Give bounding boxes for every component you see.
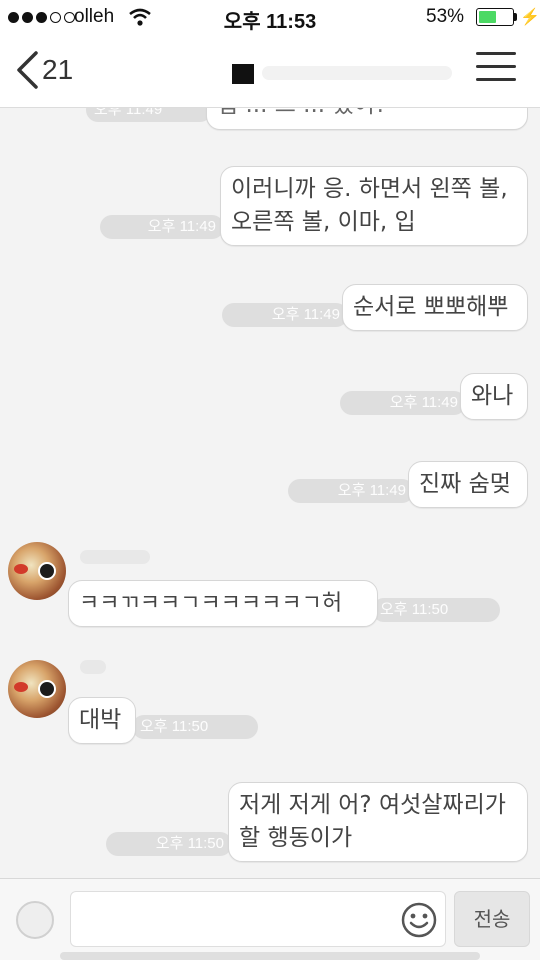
message-timestamp: 오후 11:49 [340, 391, 466, 415]
message-text: 진짜 숨멎 [419, 471, 511, 497]
message-bubble: 와나 [460, 373, 528, 420]
chevron-left-icon [17, 51, 38, 89]
message-text: 입 ... 그 ... 했어? [217, 108, 387, 118]
message-text-line: 할 행동이가 [239, 825, 353, 851]
avatar[interactable] [8, 660, 66, 718]
message-text: 순서로 뽀뽀해뿌 [353, 294, 509, 320]
chat-title-redacted [232, 64, 254, 84]
message-input[interactable] [70, 891, 446, 947]
message-bubble: 진짜 숨멎 [408, 461, 528, 508]
battery-tip [514, 13, 517, 21]
smiley-icon[interactable] [400, 901, 438, 939]
message-timestamp: 오후 11:50 [106, 832, 232, 856]
message-text-line: 이러니까 응. 하면서 왼쪽 볼, [231, 176, 508, 202]
message-list[interactable]: 오후 11:49 입 ... 그 ... 했어? 오후 11:49 이러니까 응… [0, 108, 540, 878]
hamburger-menu-icon[interactable] [474, 52, 518, 88]
message-text-line: 오른쪽 볼, 이마, 입 [231, 209, 416, 235]
avatar[interactable] [8, 542, 66, 600]
battery-percent: 53% [426, 6, 465, 27]
message-timestamp: 오후 11:49 [86, 108, 212, 122]
message-input-bar: 전송 [0, 878, 540, 960]
unread-count: 21 [42, 54, 74, 85]
sender-name-blur [80, 550, 150, 564]
message-text: ㅋㅋㄲㅋㅋㄱㅋㅋㅋㅋㅋㄱ허 [79, 591, 343, 616]
sender-name-blur [80, 660, 106, 674]
message-bubble: 이러니까 응. 하면서 왼쪽 볼, 오른쪽 볼, 이마, 입 [220, 166, 528, 246]
attach-button[interactable] [16, 901, 54, 939]
charging-icon: ⚡ [520, 9, 540, 26]
message-bubble: 대박 [68, 697, 136, 744]
bottom-edge-blur [60, 952, 480, 960]
message-bubble: 저게 저게 어? 여섯살짜리가 할 행동이가 [228, 782, 528, 862]
message-text-line: 저게 저게 어? 여섯살짜리가 [239, 792, 506, 818]
message-text: 대박 [79, 707, 122, 733]
message-text: 와나 [471, 383, 514, 409]
chat-title-blur [262, 66, 452, 80]
status-bar: olleh 오후 11:53 53% ⚡ [0, 0, 540, 34]
message-timestamp: 오후 11:49 [288, 479, 414, 503]
message-bubble: 입 ... 그 ... 했어? [206, 108, 528, 130]
message-timestamp: 오후 11:50 [372, 598, 500, 622]
battery-icon [476, 8, 514, 26]
chat-header: 21 [0, 34, 540, 108]
message-timestamp: 오후 11:49 [100, 215, 224, 239]
message-timestamp: 오후 11:49 [222, 303, 348, 327]
message-timestamp: 오후 11:50 [132, 715, 258, 739]
message-bubble: ㅋㅋㄲㅋㅋㄱㅋㅋㅋㅋㅋㄱ허 [68, 580, 378, 627]
message-bubble: 순서로 뽀뽀해뿌 [342, 284, 528, 331]
send-button[interactable]: 전송 [454, 891, 530, 947]
back-button[interactable]: 21 [14, 46, 73, 94]
